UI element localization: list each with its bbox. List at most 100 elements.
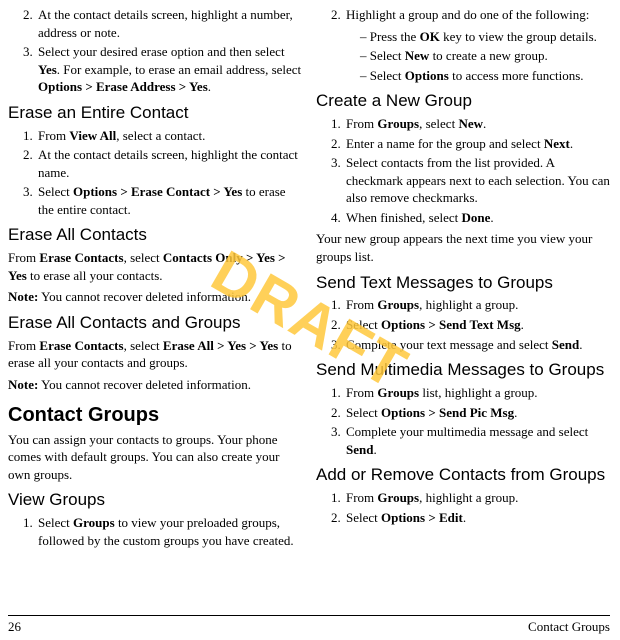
send-text-steps: From Groups, highlight a group. Select O… [316,296,610,353]
list-item: From Groups, highlight a group. [344,489,610,507]
list-item: From View All, select a contact. [36,127,302,145]
create-group-steps: From Groups, select New. Enter a name fo… [316,115,610,226]
add-remove-steps: From Groups, highlight a group. Select O… [316,489,610,526]
bold: Erase Contacts [39,338,123,353]
note-label: Note: [8,289,38,304]
bold: View All [69,128,116,143]
text: Select [370,68,405,83]
list-item: Select Options > Send Pic Msg. [344,404,610,422]
text: key to view the group details. [440,29,597,44]
right-column: Highlight a group and do one of the foll… [316,6,610,608]
text: , select [124,250,163,265]
list-item: Select contacts from the list provided. … [344,154,610,207]
heading-erase-all-groups: Erase All Contacts and Groups [8,312,302,335]
text: Select your desired erase option and the… [38,44,285,59]
text: From [8,250,39,265]
text: Complete your multimedia message and sel… [346,424,588,439]
view-groups-steps: Select Groups to view your preloaded gro… [8,514,302,549]
list-item: At the contact details screen, highlight… [36,6,302,41]
bold: Groups [377,385,419,400]
erase-all-contacts-text: From Erase Contacts, select Contacts Onl… [8,249,302,284]
erase-all-groups-text: From Erase Contacts, select Erase All > … [8,337,302,372]
text: Select [346,510,381,525]
text: to create a new group. [429,48,547,63]
list-item: Highlight a group and do one of the foll… [344,6,610,24]
note-text: You cannot recover deleted information. [38,377,251,392]
list-item: Select your desired erase option and the… [36,43,302,96]
text: Select [370,48,405,63]
note-text: You cannot recover deleted information. [38,289,251,304]
dash-item: – Select Options to access more function… [360,67,610,85]
contact-groups-intro: You can assign your contacts to groups. … [8,431,302,484]
list-item: Complete your text message and select Se… [344,336,610,354]
bold: Options > Edit [381,510,463,525]
bold: Groups [377,297,419,312]
bold: Done [462,210,491,225]
text: From [38,128,69,143]
text: , highlight a group. [419,490,518,505]
list-item: Complete your multimedia message and sel… [344,423,610,458]
heading-send-mm: Send Multimedia Messages to Groups [316,359,610,382]
text: list, highlight a group. [419,385,537,400]
bold: Options > Send Text Msg [381,317,521,332]
text: Press the [370,29,420,44]
bold: OK [420,29,440,44]
text: Select [346,405,381,420]
text: . For example, to erase an email address… [57,62,301,77]
bold: Send [552,337,579,352]
text: From [8,338,39,353]
page-footer: 26 Contact Groups [8,615,610,636]
list-item: From Groups list, highlight a group. [344,384,610,402]
text: From [346,116,377,131]
heading-send-text: Send Text Messages to Groups [316,272,610,295]
text: to access more functions. [449,68,584,83]
text: Enter a name for the group and select [346,136,544,151]
footer-section: Contact Groups [528,618,610,636]
text: . [483,116,486,131]
heading-erase-all-contacts: Erase All Contacts [8,224,302,247]
view-groups-steps-cont: Highlight a group and do one of the foll… [316,6,610,24]
list-item: At the contact details screen, highlight… [36,146,302,181]
bold: New [458,116,483,131]
text: Select [38,184,73,199]
dash-item: – Select New to create a new group. [360,47,610,65]
erase-details-steps: At the contact details screen, highlight… [8,6,302,96]
list-item: Select Options > Send Text Msg. [344,316,610,334]
text: From [346,490,377,505]
bold: Groups [73,515,115,530]
bold: Options > Erase Contact > Yes [73,184,242,199]
bold: Groups [377,490,419,505]
text: From [346,385,377,400]
create-group-tail: Your new group appears the next time you… [316,230,610,265]
text: From [346,297,377,312]
send-mm-steps: From Groups list, highlight a group. Sel… [316,384,610,458]
text: At the contact details screen, highlight… [38,147,298,180]
list-item: Enter a name for the group and select Ne… [344,135,610,153]
heading-view-groups: View Groups [8,489,302,512]
text: to erase all your contacts. [27,268,163,283]
bold: Yes [38,62,57,77]
heading-contact-groups: Contact Groups [8,402,302,429]
heading-erase-entire: Erase an Entire Contact [8,102,302,125]
page-number: 26 [8,618,21,636]
bold: Groups [377,116,419,131]
bold: Send [346,442,373,457]
step-text: At the contact details screen, highlight… [38,7,293,40]
text: . [463,510,466,525]
text: Select [38,515,73,530]
text: When finished, select [346,210,462,225]
list-item: When finished, select Done. [344,209,610,227]
list-item: Select Options > Erase Contact > Yes to … [36,183,302,218]
heading-create-group: Create a New Group [316,90,610,113]
text: Complete your text message and select [346,337,552,352]
list-item: From Groups, select New. [344,115,610,133]
list-item: Select Options > Edit. [344,509,610,527]
text: Select [346,317,381,332]
heading-add-remove: Add or Remove Contacts from Groups [316,464,610,487]
page-content: At the contact details screen, highlight… [0,0,620,610]
text: Highlight a group and do one of the foll… [346,7,589,22]
bold: Erase Contacts [39,250,123,265]
bold: Options > Send Pic Msg [381,405,514,420]
note-label: Note: [8,377,38,392]
bold: Options > Erase Address > Yes [38,79,208,94]
